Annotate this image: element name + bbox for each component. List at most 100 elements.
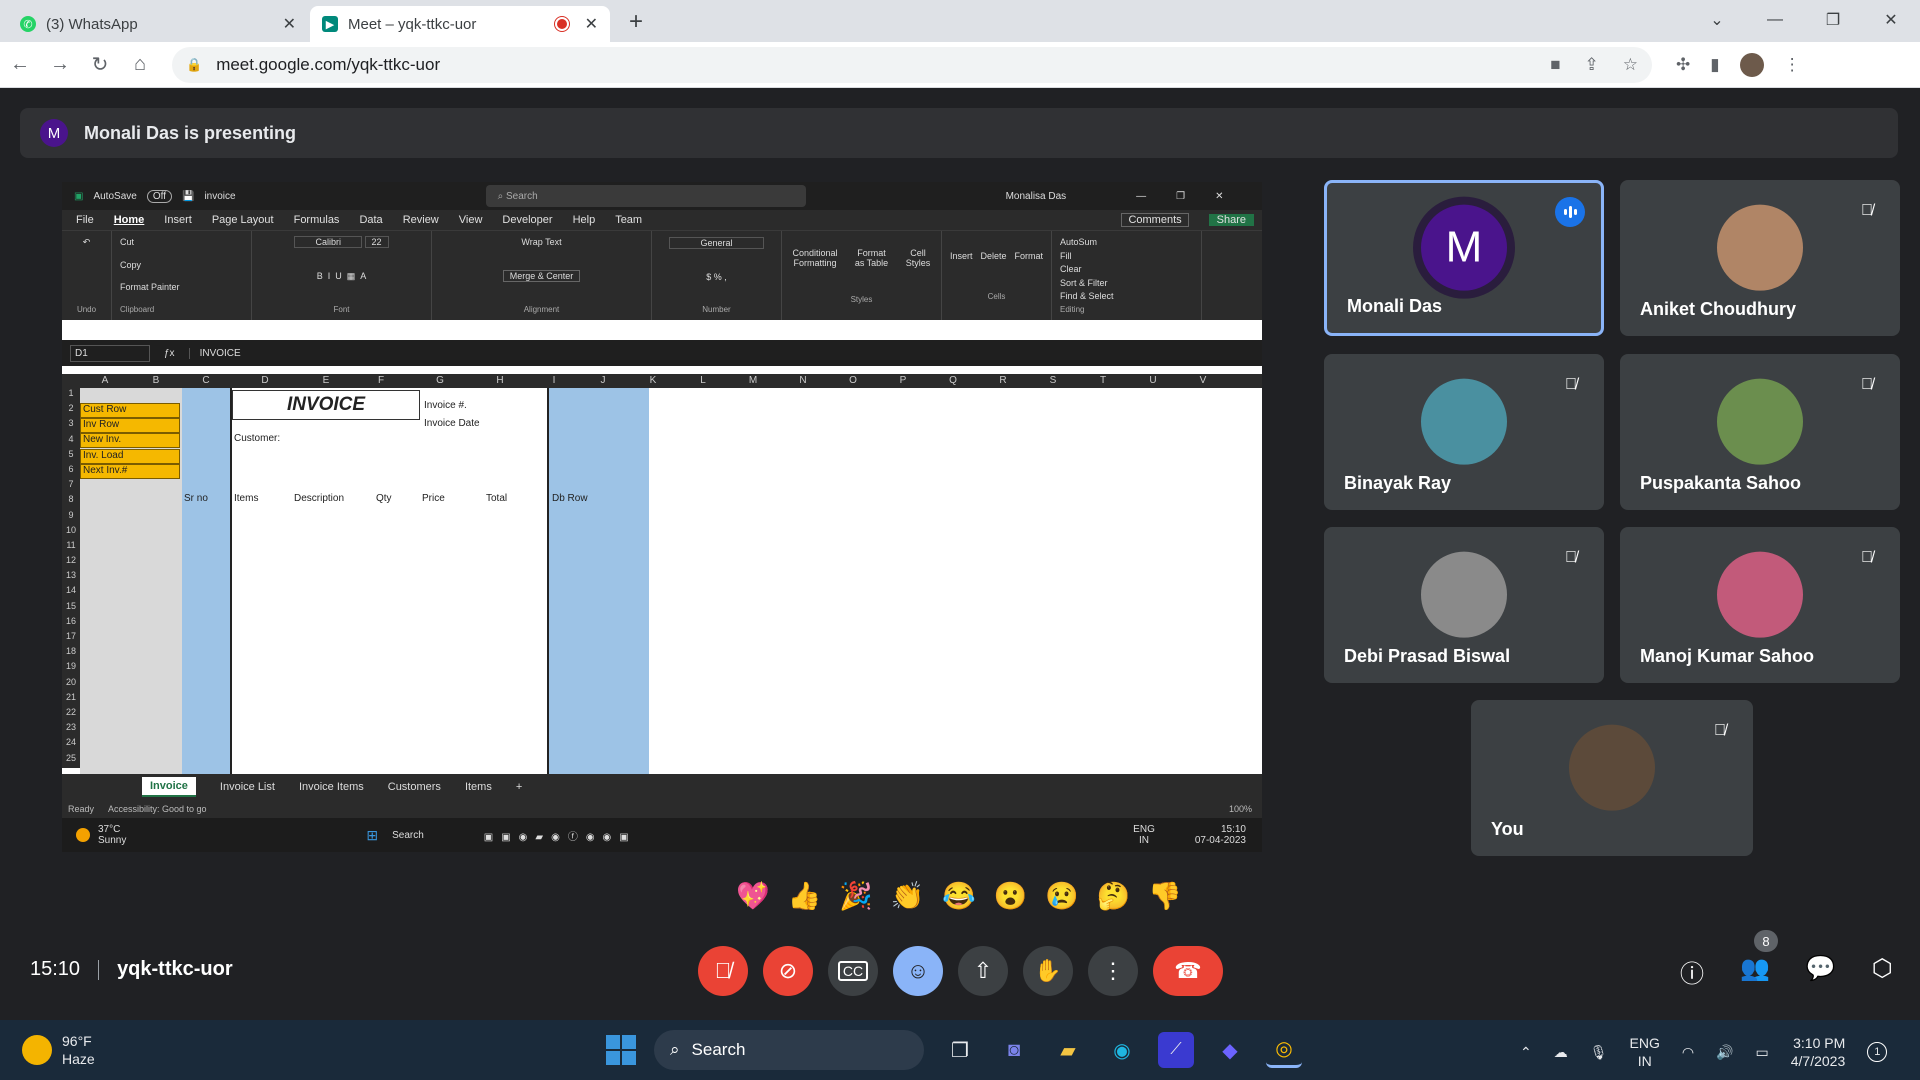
sheet-tab-invoice[interactable]: Invoice — [142, 777, 196, 797]
menu-file[interactable]: File — [76, 214, 94, 226]
row-header-12[interactable]: 12 — [62, 555, 80, 570]
control-label[interactable]: Cust Row — [80, 403, 180, 418]
fill-button[interactable]: Fill — [1060, 251, 1072, 261]
maximize-button[interactable]: ❐ — [1804, 0, 1862, 40]
menu-kebab-icon[interactable]: ⋮ — [1784, 55, 1801, 75]
close-tab-icon[interactable]: ✕ — [585, 14, 598, 34]
sheet-tab-invoice-list[interactable]: Invoice List — [220, 781, 275, 793]
font-size-select[interactable]: 22 — [364, 236, 389, 248]
reactions-button[interactable]: ☺ — [893, 946, 943, 996]
column-header-d[interactable]: D — [230, 375, 300, 386]
row-header-16[interactable]: 16 — [62, 616, 80, 631]
row-header-14[interactable]: 14 — [62, 585, 80, 600]
column-header-b[interactable]: B — [130, 375, 182, 386]
home-icon[interactable]: ⌂ — [120, 53, 160, 76]
present-button[interactable]: ⇧ — [958, 946, 1008, 996]
new-tab-button[interactable]: + — [620, 6, 652, 38]
app-icon[interactable]: ⟋ — [1158, 1032, 1194, 1068]
row-header-20[interactable]: 20 — [62, 677, 80, 692]
cut-button[interactable]: Cut — [120, 237, 134, 247]
participant-tile-manoj[interactable]: 🎙̸ Manoj Kumar Sahoo — [1620, 527, 1900, 683]
menu-data[interactable]: Data — [359, 214, 382, 226]
weather-widget[interactable]: 96°F Haze — [22, 1032, 95, 1068]
control-label[interactable]: Inv Row — [80, 418, 180, 434]
sheet-tab-items[interactable]: Items — [465, 781, 492, 793]
invoice-title-cell[interactable]: INVOICE — [232, 390, 420, 420]
column-header-p[interactable]: P — [878, 375, 928, 386]
name-box[interactable]: D1 — [70, 344, 150, 362]
column-header-c[interactable]: C — [182, 375, 230, 386]
column-header-u[interactable]: U — [1128, 375, 1178, 386]
excel-minimize[interactable]: — — [1136, 191, 1146, 202]
file-name[interactable]: invoice — [204, 191, 235, 202]
menu-home[interactable]: Home — [114, 214, 145, 226]
wifi-icon[interactable]: ◠ — [1682, 1044, 1694, 1061]
participant-tile-aniket[interactable]: 🎙̸ Aniket Choudhury — [1620, 180, 1900, 336]
reaction-party[interactable]: 🎉 — [839, 880, 873, 912]
menu-formulas[interactable]: Formulas — [294, 214, 340, 226]
microphone-icon[interactable]: 🎙 — [1590, 1044, 1608, 1061]
sheet-tab-invoice-items[interactable]: Invoice Items — [299, 781, 364, 793]
column-header-k[interactable]: K — [628, 375, 678, 386]
excel-restore[interactable]: ❐ — [1176, 191, 1185, 202]
column-header-t[interactable]: T — [1078, 375, 1128, 386]
control-label[interactable]: Inv. Load — [80, 448, 180, 464]
participant-tile-binayak[interactable]: 🎙̸ Binayak Ray — [1324, 354, 1604, 510]
row-header-22[interactable]: 22 — [62, 707, 80, 722]
column-header-i[interactable]: I — [530, 375, 578, 386]
windows-start-icon[interactable] — [606, 1035, 636, 1065]
column-header-a[interactable]: A — [80, 375, 130, 386]
people-icon[interactable]: 👥 — [1740, 954, 1770, 989]
column-header-s[interactable]: S — [1028, 375, 1078, 386]
font-name-select[interactable]: Calibri — [294, 236, 362, 248]
row-header-11[interactable]: 11 — [62, 540, 80, 555]
forward-icon[interactable]: → — [40, 53, 80, 76]
format-cells-button[interactable]: Format — [1014, 251, 1043, 261]
row-header-17[interactable]: 17 — [62, 631, 80, 646]
file-explorer-icon[interactable]: ▰ — [1050, 1032, 1086, 1068]
participant-tile-monali[interactable]: M Monali Das — [1324, 180, 1604, 336]
column-header-f[interactable]: F — [352, 375, 410, 386]
reaction-thumbs-up[interactable]: 👍 — [788, 880, 822, 912]
column-header-j[interactable]: J — [578, 375, 628, 386]
chrome-icon[interactable]: ◎ — [1266, 1032, 1302, 1068]
menu-view[interactable]: View — [459, 214, 483, 226]
row-header-19[interactable]: 19 — [62, 661, 80, 676]
info-icon[interactable]: ⓘ — [1680, 954, 1704, 989]
minimize-button[interactable]: — — [1746, 0, 1804, 40]
notification-badge[interactable]: 1 — [1867, 1042, 1888, 1062]
row-header-10[interactable]: 10 — [62, 525, 80, 540]
row-header-13[interactable]: 13 — [62, 570, 80, 585]
chevron-up-icon[interactable]: ⌃ — [1520, 1044, 1532, 1061]
edge-icon[interactable]: ◉ — [1104, 1032, 1140, 1068]
excel-search-input[interactable]: ⌕ Search — [485, 185, 806, 207]
close-tab-icon[interactable]: ✕ — [283, 14, 296, 34]
wrap-text-button[interactable]: Wrap Text — [521, 237, 561, 247]
reaction-clap[interactable]: 👏 — [891, 880, 925, 912]
row-header-2[interactable]: 2 — [62, 403, 80, 418]
close-window-button[interactable]: ✕ — [1862, 0, 1920, 40]
teams-chat-icon[interactable]: ◙ — [996, 1032, 1032, 1068]
row-header-24[interactable]: 24 — [62, 737, 80, 752]
excel-share-button[interactable]: Share — [1208, 214, 1254, 226]
camera-icon[interactable]: ■ — [1550, 55, 1560, 75]
save-icon[interactable]: 💾 — [182, 191, 194, 202]
more-options-button[interactable]: ⋮ — [1088, 946, 1138, 996]
activities-icon[interactable]: ⬡ — [1872, 954, 1893, 989]
comments-button[interactable]: Comments — [1121, 213, 1189, 227]
menu-help[interactable]: Help — [573, 214, 596, 226]
undo-icon[interactable]: ↶ — [83, 237, 91, 248]
font-style-buttons[interactable]: B I U ▦ A — [317, 271, 367, 282]
row-header-23[interactable]: 23 — [62, 722, 80, 737]
delete-cells-button[interactable]: Delete — [980, 251, 1006, 261]
tab-meet[interactable]: ▶ Meet – yqk-ttkc-uor ✕ — [310, 6, 610, 42]
control-label[interactable]: New Inv. — [80, 433, 180, 449]
tab-search-icon[interactable]: ⌄ — [1688, 0, 1746, 40]
row-header-18[interactable]: 18 — [62, 646, 80, 661]
profile-avatar[interactable] — [1739, 52, 1764, 77]
row-header-3[interactable]: 3 — [62, 418, 80, 433]
back-icon[interactable]: ← — [0, 53, 40, 76]
volume-icon[interactable]: 🔊 — [1716, 1044, 1733, 1061]
sheet-tab-customers[interactable]: Customers — [388, 781, 441, 793]
insert-cells-button[interactable]: Insert — [950, 251, 973, 261]
